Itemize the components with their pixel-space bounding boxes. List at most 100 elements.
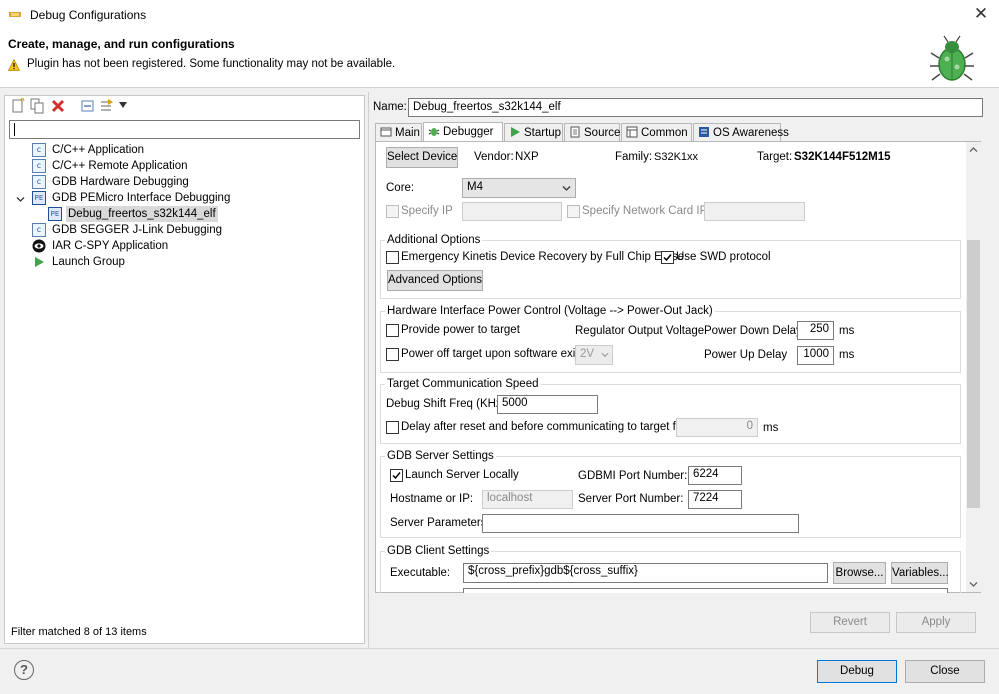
browse-button[interactable]: Browse... bbox=[833, 562, 886, 584]
core-label: Core: bbox=[386, 182, 415, 194]
variables-button[interactable]: Variables... bbox=[891, 562, 949, 584]
core-select[interactable]: M4 bbox=[462, 178, 576, 198]
debug-button[interactable]: Debug bbox=[817, 660, 897, 683]
provide-power-label: Provide power to target bbox=[401, 324, 520, 336]
tab-debugger[interactable]: Debugger bbox=[423, 122, 503, 143]
power-down-delay-input[interactable]: 250 bbox=[797, 321, 834, 340]
delay-after-reset-checkbox[interactable] bbox=[386, 421, 399, 434]
chevron-down-icon[interactable] bbox=[16, 195, 25, 204]
vendor-value: NXP bbox=[515, 151, 539, 163]
delete-configuration-icon[interactable] bbox=[50, 98, 66, 114]
config-tabs: Main Debugger Startup Source Common OS A… bbox=[375, 122, 982, 143]
gdbmi-port-label: GDBMI Port Number: bbox=[578, 470, 688, 482]
shift-freq-input[interactable]: 5000 bbox=[497, 395, 598, 414]
ip-address-input[interactable] bbox=[462, 202, 562, 221]
c-icon: c bbox=[32, 143, 46, 157]
configuration-name-input[interactable]: Debug_freertos_s32k144_elf bbox=[408, 98, 983, 117]
power-down-delay-label: Power Down Delay bbox=[704, 325, 802, 337]
emergency-kinetis-label: Emergency Kinetis Device Recovery by Ful… bbox=[401, 251, 685, 263]
pemicro-icon: PE bbox=[48, 207, 62, 221]
checkmark-icon bbox=[392, 472, 401, 480]
regulator-voltage-label: Regulator Output Voltage bbox=[575, 325, 705, 337]
power-off-label: Power off target upon software exit bbox=[401, 348, 579, 360]
c-icon: c bbox=[32, 223, 46, 237]
use-swd-checkbox[interactable] bbox=[661, 251, 674, 264]
power-up-delay-label: Power Up Delay bbox=[704, 349, 788, 361]
network-card-ip-input[interactable] bbox=[704, 202, 805, 221]
emergency-kinetis-checkbox[interactable] bbox=[386, 251, 399, 264]
tab-startup[interactable]: Startup bbox=[504, 123, 563, 142]
c-icon: c bbox=[32, 159, 46, 173]
provide-power-checkbox[interactable] bbox=[386, 324, 399, 337]
power-up-delay-input[interactable]: 1000 bbox=[797, 346, 834, 365]
checkmark-icon bbox=[663, 254, 672, 262]
scrollbar-thumb[interactable] bbox=[967, 240, 980, 508]
startup-tab-icon bbox=[511, 127, 520, 137]
scroll-down-icon[interactable] bbox=[969, 580, 978, 589]
additional-options-title: Additional Options bbox=[385, 234, 483, 246]
apply-button[interactable]: Apply bbox=[896, 612, 976, 633]
warning-text: Plugin has not been registered. Some fun… bbox=[27, 58, 396, 70]
title-bar: Debug Configurations ✕ bbox=[0, 0, 999, 30]
hostname-label: Hostname or IP: bbox=[390, 493, 474, 505]
select-device-button[interactable]: Select Device bbox=[386, 147, 458, 168]
executable-input[interactable]: ${cross_prefix}gdb${cross_suffix} bbox=[463, 563, 828, 583]
specify-ip-label: Specify IP bbox=[401, 205, 453, 217]
filter-input[interactable] bbox=[9, 120, 360, 139]
power-down-ms-label: ms bbox=[839, 325, 855, 337]
window-title: Debug Configurations bbox=[30, 8, 147, 22]
delay-after-reset-input[interactable]: 0 bbox=[676, 418, 758, 437]
vendor-label: Vendor: bbox=[474, 151, 514, 163]
scroll-up-icon[interactable] bbox=[969, 145, 978, 154]
tab-common[interactable]: Common bbox=[621, 123, 692, 142]
app-icon bbox=[9, 12, 21, 17]
debug-bug-icon bbox=[930, 35, 974, 81]
target-value: S32K144F512M15 bbox=[794, 151, 891, 163]
shift-freq-label: Debug Shift Freq (KHz) bbox=[386, 398, 506, 410]
target-label: Target: bbox=[757, 151, 793, 163]
new-configuration-icon[interactable] bbox=[10, 98, 26, 114]
collapse-all-icon[interactable] bbox=[80, 98, 96, 114]
help-icon[interactable]: ? bbox=[14, 660, 34, 680]
duplicate-configuration-icon[interactable] bbox=[29, 98, 45, 114]
gdb-server-title: GDB Server Settings bbox=[385, 450, 496, 462]
commands-textarea[interactable] bbox=[463, 588, 948, 593]
os-awareness-tab-icon bbox=[699, 127, 709, 137]
close-window-button[interactable]: ✕ bbox=[970, 3, 992, 25]
delay-after-reset-label: Delay after reset and before communicati… bbox=[401, 421, 687, 433]
specify-network-card-checkbox[interactable] bbox=[567, 205, 580, 218]
specify-ip-checkbox[interactable] bbox=[386, 205, 399, 218]
server-port-label: Server Port Number: bbox=[578, 493, 684, 505]
main-tab-icon bbox=[380, 127, 392, 137]
launch-server-checkbox[interactable] bbox=[390, 469, 403, 482]
filter-status-text: Filter matched 8 of 13 items bbox=[11, 626, 147, 638]
panel-divider[interactable] bbox=[368, 92, 369, 648]
advanced-options-button[interactable]: Advanced Options bbox=[387, 270, 483, 291]
tab-os-awareness[interactable]: OS Awareness bbox=[693, 123, 789, 142]
play-icon bbox=[35, 257, 44, 267]
power-off-checkbox[interactable] bbox=[386, 348, 399, 361]
server-port-input[interactable]: 7224 bbox=[688, 490, 742, 509]
specify-network-card-label: Specify Network Card IP bbox=[582, 205, 708, 217]
voltage-select[interactable]: 2V bbox=[575, 345, 613, 365]
close-button[interactable]: Close bbox=[905, 660, 985, 683]
gdbmi-port-input[interactable]: 6224 bbox=[688, 466, 742, 485]
content-scrollbar[interactable] bbox=[966, 142, 981, 592]
server-params-label: Server Parameters: bbox=[390, 517, 490, 529]
filter-menu-dropdown-icon[interactable] bbox=[119, 102, 127, 108]
tab-source[interactable]: Source bbox=[564, 123, 620, 142]
server-params-input[interactable] bbox=[482, 514, 799, 533]
dialog-header: Create, manage, and run configurations P… bbox=[0, 30, 999, 88]
gdb-client-title: GDB Client Settings bbox=[385, 545, 492, 557]
tab-main[interactable]: Main bbox=[375, 123, 422, 142]
hostname-input[interactable]: localhost bbox=[482, 490, 573, 509]
delay-ms-label: ms bbox=[763, 422, 779, 434]
comm-speed-title: Target Communication Speed bbox=[385, 378, 541, 390]
filter-icon[interactable] bbox=[99, 98, 115, 114]
source-tab-icon bbox=[570, 126, 580, 138]
debugger-tab-icon bbox=[428, 128, 440, 136]
warning-icon bbox=[8, 59, 20, 71]
power-up-ms-label: ms bbox=[839, 349, 855, 361]
revert-button[interactable]: Revert bbox=[810, 612, 890, 633]
footer-divider bbox=[0, 648, 999, 649]
